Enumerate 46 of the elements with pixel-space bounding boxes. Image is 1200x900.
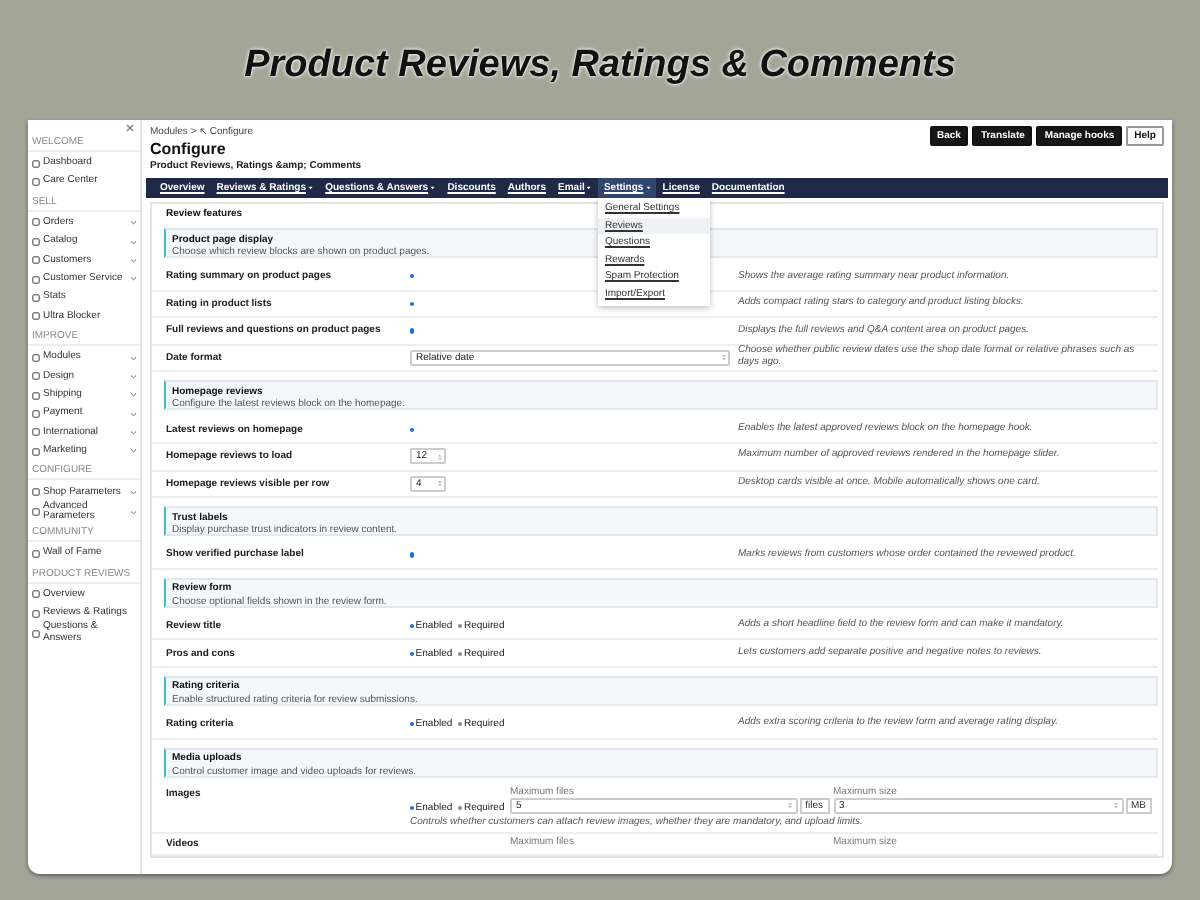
chevron-icon [129, 509, 136, 515]
square-icon [32, 237, 40, 246]
square-icon [32, 353, 40, 362]
toggle-switch[interactable] [410, 274, 415, 279]
chevron-icon [129, 489, 136, 495]
arrow-icon [199, 128, 207, 136]
caret-icon [586, 186, 592, 190]
page-title: Configure [150, 140, 228, 158]
chevron-icon [129, 430, 136, 436]
square-icon [32, 508, 40, 517]
square-icon [32, 294, 40, 303]
square-icon [32, 549, 40, 558]
chevron-icon [129, 239, 136, 245]
square-icon [32, 447, 40, 456]
square-icon [32, 428, 40, 437]
caret-icon [645, 186, 651, 190]
chevron-icon [129, 257, 136, 264]
square-icon [32, 609, 40, 618]
square-icon [32, 275, 40, 284]
chevron-icon [129, 448, 136, 455]
square-icon [32, 488, 40, 497]
square-icon [32, 409, 40, 418]
chevron-icon [129, 392, 136, 398]
square-icon [32, 391, 40, 400]
square-icon [32, 178, 40, 187]
square-icon [32, 312, 40, 321]
chevron-icon [129, 276, 136, 282]
square-icon [32, 159, 40, 168]
caret-icon [430, 186, 436, 190]
banner-title: Product Reviews, Ratings & Comments [242, 42, 958, 90]
square-icon [32, 629, 40, 638]
chevron-icon [129, 373, 136, 379]
chevron-icon [129, 411, 136, 417]
chevron-icon [129, 220, 136, 226]
square-icon [32, 218, 40, 227]
spinner-icon [788, 802, 793, 810]
square-icon [32, 590, 40, 599]
square-icon [32, 372, 40, 381]
caret-icon [308, 186, 314, 190]
square-icon [32, 256, 40, 265]
toggle-switch[interactable] [410, 427, 415, 432]
toggle-switch[interactable] [410, 328, 415, 334]
chevron-icon [129, 355, 136, 361]
toggle-switch[interactable] [410, 552, 415, 558]
toggle-switch[interactable] [410, 301, 415, 306]
close-icon[interactable] [126, 124, 134, 132]
